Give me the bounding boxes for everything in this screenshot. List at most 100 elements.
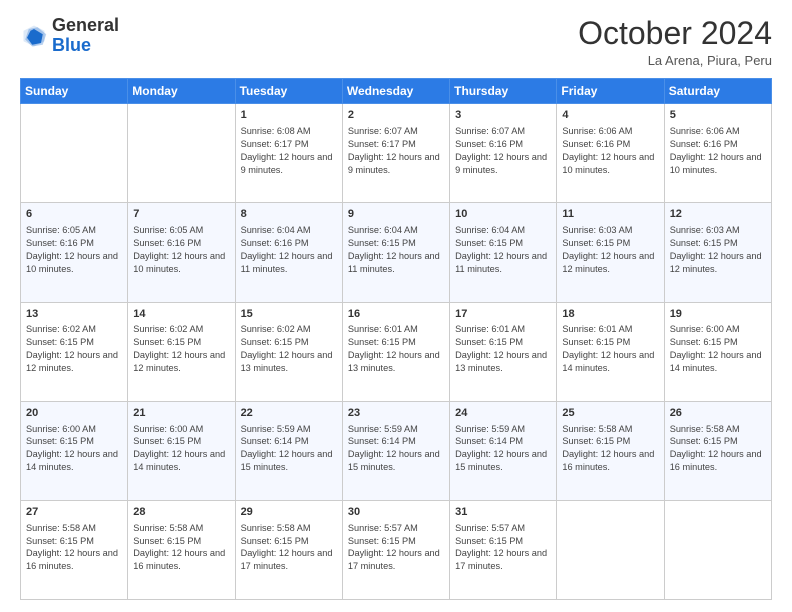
calendar-cell: 5 Sunrise: 6:06 AM Sunset: 6:16 PM Daylig… — [664, 104, 771, 203]
calendar-cell: 31 Sunrise: 5:57 AM Sunset: 6:15 PM Dayli… — [450, 500, 557, 599]
day-info: Sunrise: 5:58 AM Sunset: 6:15 PM Dayligh… — [133, 522, 229, 574]
col-friday: Friday — [557, 79, 664, 104]
day-info: Sunrise: 5:59 AM Sunset: 6:14 PM Dayligh… — [455, 423, 551, 475]
day-info: Sunrise: 6:01 AM Sunset: 6:15 PM Dayligh… — [455, 323, 551, 375]
calendar-cell: 27 Sunrise: 5:58 AM Sunset: 6:15 PM Dayli… — [21, 500, 128, 599]
calendar-cell: 26 Sunrise: 5:58 AM Sunset: 6:15 PM Dayli… — [664, 401, 771, 500]
day-info: Sunrise: 5:57 AM Sunset: 6:15 PM Dayligh… — [455, 522, 551, 574]
calendar-cell: 20Sunrise: 6:00 AM Sunset: 6:15 PM Dayli… — [21, 401, 128, 500]
col-saturday: Saturday — [664, 79, 771, 104]
day-info: Sunrise: 6:02 AM Sunset: 6:15 PM Dayligh… — [133, 323, 229, 375]
day-info: Sunrise: 6:06 AM Sunset: 6:16 PM Dayligh… — [562, 125, 658, 177]
day-number: 14 — [133, 307, 229, 322]
day-info: Sunrise: 6:04 AM Sunset: 6:16 PM Dayligh… — [241, 224, 337, 276]
logo-general: General — [52, 15, 119, 35]
calendar-cell: 19Sunrise: 6:00 AM Sunset: 6:15 PM Dayli… — [664, 302, 771, 401]
calendar-cell: 7 Sunrise: 6:05 AM Sunset: 6:16 PM Daylig… — [128, 203, 235, 302]
day-number: 5 — [670, 108, 766, 123]
calendar-cell: 25 Sunrise: 5:58 AM Sunset: 6:15 PM Dayli… — [557, 401, 664, 500]
day-number: 31 — [455, 505, 551, 520]
calendar-cell: 2 Sunrise: 6:07 AM Sunset: 6:17 PM Daylig… — [342, 104, 449, 203]
day-info: Sunrise: 6:05 AM Sunset: 6:16 PM Dayligh… — [133, 224, 229, 276]
day-number: 26 — [670, 406, 766, 421]
calendar-week-row: 13Sunrise: 6:02 AM Sunset: 6:15 PM Dayli… — [21, 302, 772, 401]
day-info: Sunrise: 6:04 AM Sunset: 6:15 PM Dayligh… — [455, 224, 551, 276]
day-info: Sunrise: 6:00 AM Sunset: 6:15 PM Dayligh… — [670, 323, 766, 375]
day-number: 18 — [562, 307, 658, 322]
day-number: 8 — [241, 207, 337, 222]
title-block: October 2024 La Arena, Piura, Peru — [578, 16, 772, 68]
calendar-cell: 14Sunrise: 6:02 AM Sunset: 6:15 PM Dayli… — [128, 302, 235, 401]
day-number: 19 — [670, 307, 766, 322]
day-info: Sunrise: 5:58 AM Sunset: 6:15 PM Dayligh… — [562, 423, 658, 475]
day-number: 25 — [562, 406, 658, 421]
day-info: Sunrise: 6:07 AM Sunset: 6:17 PM Dayligh… — [348, 125, 444, 177]
day-number: 29 — [241, 505, 337, 520]
day-number: 28 — [133, 505, 229, 520]
calendar-week-row: 6 Sunrise: 6:05 AM Sunset: 6:16 PM Daylig… — [21, 203, 772, 302]
day-number: 21 — [133, 406, 229, 421]
col-sunday: Sunday — [21, 79, 128, 104]
day-info: Sunrise: 6:03 AM Sunset: 6:15 PM Dayligh… — [562, 224, 658, 276]
calendar-cell: 10 Sunrise: 6:04 AM Sunset: 6:15 PM Dayli… — [450, 203, 557, 302]
calendar-cell: 29 Sunrise: 5:58 AM Sunset: 6:15 PM Dayli… — [235, 500, 342, 599]
day-number: 6 — [26, 207, 122, 222]
day-info: Sunrise: 5:58 AM Sunset: 6:15 PM Dayligh… — [241, 522, 337, 574]
calendar-cell: 21Sunrise: 6:00 AM Sunset: 6:15 PM Dayli… — [128, 401, 235, 500]
col-thursday: Thursday — [450, 79, 557, 104]
calendar-week-row: 27 Sunrise: 5:58 AM Sunset: 6:15 PM Dayli… — [21, 500, 772, 599]
calendar-table: Sunday Monday Tuesday Wednesday Thursday… — [20, 78, 772, 600]
calendar-cell: 6Sunrise: 6:05 AM Sunset: 6:16 PM Daylig… — [21, 203, 128, 302]
day-info: Sunrise: 5:58 AM Sunset: 6:15 PM Dayligh… — [26, 522, 122, 574]
day-info: Sunrise: 6:01 AM Sunset: 6:15 PM Dayligh… — [348, 323, 444, 375]
header: General Blue October 2024 La Arena, Piur… — [20, 16, 772, 68]
day-number: 15 — [241, 307, 337, 322]
calendar-cell — [664, 500, 771, 599]
day-number: 2 — [348, 108, 444, 123]
calendar-cell — [21, 104, 128, 203]
calendar-cell: 15Sunrise: 6:02 AM Sunset: 6:15 PM Dayli… — [235, 302, 342, 401]
day-number: 1 — [241, 108, 337, 123]
day-number: 7 — [133, 207, 229, 222]
day-number: 27 — [26, 505, 122, 520]
day-number: 13 — [26, 307, 122, 322]
calendar-cell: 4Sunrise: 6:06 AM Sunset: 6:16 PM Daylig… — [557, 104, 664, 203]
calendar-cell: 16Sunrise: 6:01 AM Sunset: 6:15 PM Dayli… — [342, 302, 449, 401]
calendar-week-row: 20Sunrise: 6:00 AM Sunset: 6:15 PM Dayli… — [21, 401, 772, 500]
day-number: 9 — [348, 207, 444, 222]
day-number: 16 — [348, 307, 444, 322]
day-info: Sunrise: 6:07 AM Sunset: 6:16 PM Dayligh… — [455, 125, 551, 177]
day-info: Sunrise: 6:02 AM Sunset: 6:15 PM Dayligh… — [241, 323, 337, 375]
calendar-cell: 8 Sunrise: 6:04 AM Sunset: 6:16 PM Daylig… — [235, 203, 342, 302]
day-number: 3 — [455, 108, 551, 123]
logo: General Blue — [20, 16, 119, 56]
day-number: 17 — [455, 307, 551, 322]
calendar-cell: 28 Sunrise: 5:58 AM Sunset: 6:15 PM Dayli… — [128, 500, 235, 599]
day-info: Sunrise: 5:57 AM Sunset: 6:15 PM Dayligh… — [348, 522, 444, 574]
day-number: 22 — [241, 406, 337, 421]
calendar-cell — [557, 500, 664, 599]
day-info: Sunrise: 6:03 AM Sunset: 6:15 PM Dayligh… — [670, 224, 766, 276]
calendar-cell: 1 Sunrise: 6:08 AM Sunset: 6:17 PM Daylig… — [235, 104, 342, 203]
col-tuesday: Tuesday — [235, 79, 342, 104]
month-title: October 2024 — [578, 16, 772, 51]
day-info: Sunrise: 6:02 AM Sunset: 6:15 PM Dayligh… — [26, 323, 122, 375]
day-info: Sunrise: 6:08 AM Sunset: 6:17 PM Dayligh… — [241, 125, 337, 177]
calendar-cell: 24 Sunrise: 5:59 AM Sunset: 6:14 PM Dayli… — [450, 401, 557, 500]
calendar-cell: 3 Sunrise: 6:07 AM Sunset: 6:16 PM Daylig… — [450, 104, 557, 203]
day-info: Sunrise: 5:58 AM Sunset: 6:15 PM Dayligh… — [670, 423, 766, 475]
calendar-cell: 12 Sunrise: 6:03 AM Sunset: 6:15 PM Dayli… — [664, 203, 771, 302]
day-number: 24 — [455, 406, 551, 421]
calendar-cell: 22Sunrise: 5:59 AM Sunset: 6:14 PM Dayli… — [235, 401, 342, 500]
day-number: 12 — [670, 207, 766, 222]
day-number: 10 — [455, 207, 551, 222]
col-monday: Monday — [128, 79, 235, 104]
col-wednesday: Wednesday — [342, 79, 449, 104]
calendar-cell — [128, 104, 235, 203]
day-number: 11 — [562, 207, 658, 222]
calendar-week-row: 1 Sunrise: 6:08 AM Sunset: 6:17 PM Daylig… — [21, 104, 772, 203]
day-number: 23 — [348, 406, 444, 421]
calendar-cell: 11 Sunrise: 6:03 AM Sunset: 6:15 PM Dayli… — [557, 203, 664, 302]
day-info: Sunrise: 6:06 AM Sunset: 6:16 PM Dayligh… — [670, 125, 766, 177]
day-number: 20 — [26, 406, 122, 421]
